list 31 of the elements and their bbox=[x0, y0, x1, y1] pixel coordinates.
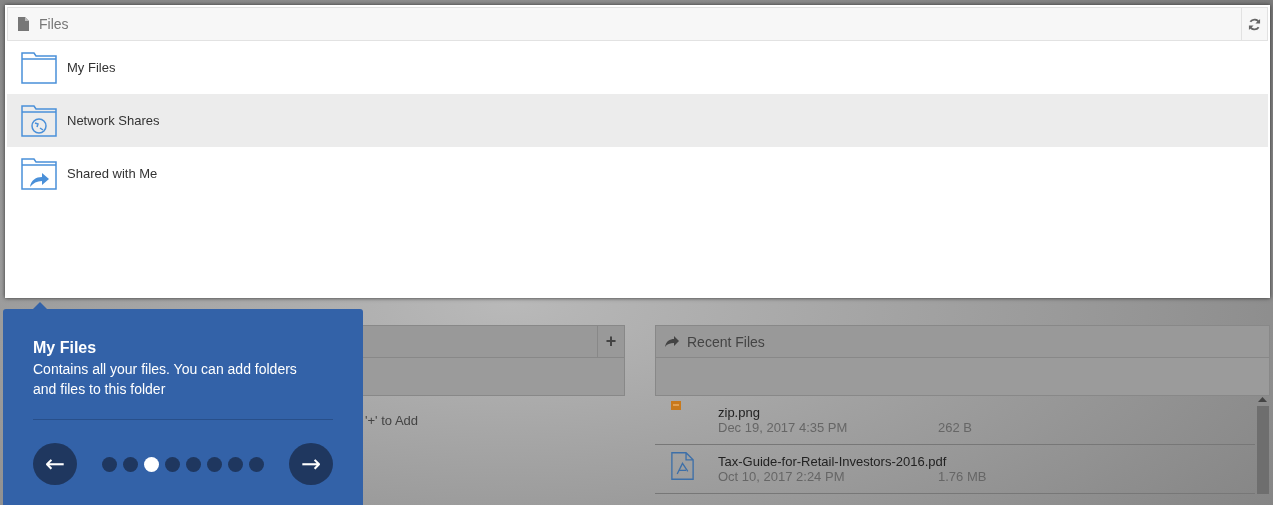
step-dot[interactable] bbox=[186, 456, 201, 472]
refresh-icon bbox=[1248, 17, 1261, 31]
globe-folder-icon bbox=[21, 104, 57, 137]
folder-icon bbox=[21, 51, 57, 84]
step-dot[interactable] bbox=[123, 456, 138, 472]
previous-button[interactable]: ← bbox=[33, 443, 77, 485]
scroll-up-arrow-icon bbox=[1258, 396, 1267, 402]
file-name: Tax-Guide-for-Retail-Investors-2016.pdf bbox=[718, 454, 948, 469]
folder-item[interactable]: My Files bbox=[7, 41, 1268, 94]
step-dot[interactable] bbox=[144, 456, 159, 472]
file-name: zip.png bbox=[718, 405, 761, 420]
step-dot[interactable] bbox=[102, 456, 117, 472]
step-dot[interactable] bbox=[249, 456, 264, 472]
recent-files-title: Recent Files bbox=[687, 333, 765, 350]
file-icon bbox=[18, 17, 29, 31]
share-folder-icon bbox=[21, 157, 57, 190]
panel-title: Files bbox=[39, 16, 69, 32]
tour-text: Contains all your files. You can add folders and files to this folder bbox=[33, 360, 298, 399]
empty-hint: '+' to Add bbox=[365, 413, 420, 428]
folder-item[interactable]: Shared with Me bbox=[7, 147, 1268, 200]
step-dot[interactable] bbox=[207, 456, 222, 472]
folder-item[interactable]: Network Shares bbox=[7, 94, 1268, 147]
file-date: Dec 19, 2017 4:35 PM bbox=[718, 420, 849, 435]
tour-title: My Files bbox=[33, 339, 98, 357]
next-button[interactable]: → bbox=[289, 443, 333, 485]
pdf-file-icon bbox=[671, 450, 694, 482]
step-dot[interactable] bbox=[228, 456, 243, 472]
share-arrow-icon bbox=[665, 336, 679, 347]
image-file-icon bbox=[671, 401, 681, 410]
scrollbar[interactable] bbox=[1255, 396, 1270, 494]
step-dot[interactable] bbox=[165, 456, 180, 472]
